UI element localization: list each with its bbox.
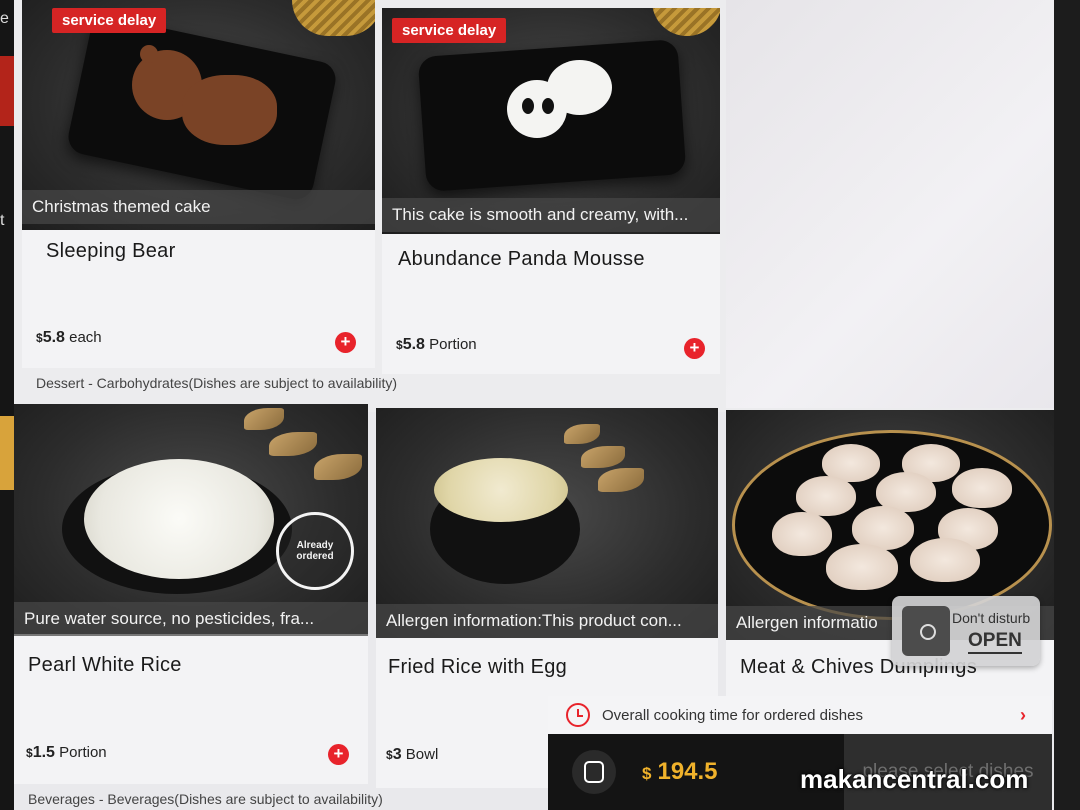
dish-name: Abundance Panda Mousse	[398, 248, 645, 270]
dish-card-panda-mousse[interactable]: service delay This cake is smooth and cr…	[382, 8, 720, 374]
dish-name: Sleeping Bear	[46, 240, 176, 262]
watermark: makancentral.com	[800, 764, 1029, 794]
empty-slot	[726, 0, 1054, 408]
dish-card-sleeping-bear[interactable]: service delay Christmas themed cake Slee…	[22, 0, 375, 368]
dish-name: Fried Rice with Egg	[388, 656, 568, 678]
sidebar-char: t	[0, 212, 5, 229]
dish-price: $5.8 Portion	[396, 336, 477, 353]
already-ordered-stamp: Already ordered	[276, 512, 354, 590]
cart-icon[interactable]	[572, 750, 616, 794]
dish-card-pearl-white-rice[interactable]: Already ordered Pure water source, no pe…	[14, 404, 368, 784]
cooking-time-bar[interactable]: Overall cooking time for ordered dishes …	[548, 696, 1052, 734]
service-delay-badge: service delay	[52, 8, 167, 33]
dish-price: $5.8 each	[36, 329, 102, 346]
cart-total: $194.5	[642, 758, 718, 785]
dont-disturb-toggle[interactable]: Don't disturb OPEN	[892, 596, 1040, 666]
dish-name: Pearl White Rice	[28, 654, 182, 676]
dnd-label: Don't disturb	[952, 610, 1031, 626]
bell-icon	[902, 606, 950, 656]
service-delay-badge: service delay	[392, 18, 507, 43]
dish-caption: Allergen information:This product con...	[376, 604, 718, 638]
dish-caption: This cake is smooth and creamy, with...	[382, 198, 720, 232]
add-to-cart-button[interactable]: +	[335, 332, 356, 353]
add-to-cart-button[interactable]: +	[328, 744, 349, 765]
dish-photo: Already ordered	[14, 404, 368, 634]
dish-caption: Pure water source, no pesticides, fra...	[14, 602, 368, 636]
section-header-dessert: Dessert - Carbohydrates(Dishes are subje…	[36, 375, 398, 391]
dnd-status: OPEN	[968, 630, 1022, 654]
cooking-time-label: Overall cooking time for ordered dishes	[602, 706, 863, 724]
chevron-right-icon: ›	[1020, 704, 1026, 725]
clock-icon	[566, 703, 590, 727]
menu-screen: service delay Christmas themed cake Slee…	[14, 0, 1054, 810]
dish-caption: Christmas themed cake	[22, 190, 375, 224]
dish-price: $1.5 Portion	[26, 744, 107, 761]
dish-price: $3 Bowl	[386, 746, 439, 763]
section-header-beverages: Beverages - Beverages(Dishes are subject…	[28, 791, 383, 807]
sidebar-char: e	[0, 10, 9, 27]
add-to-cart-button[interactable]: +	[684, 338, 705, 359]
